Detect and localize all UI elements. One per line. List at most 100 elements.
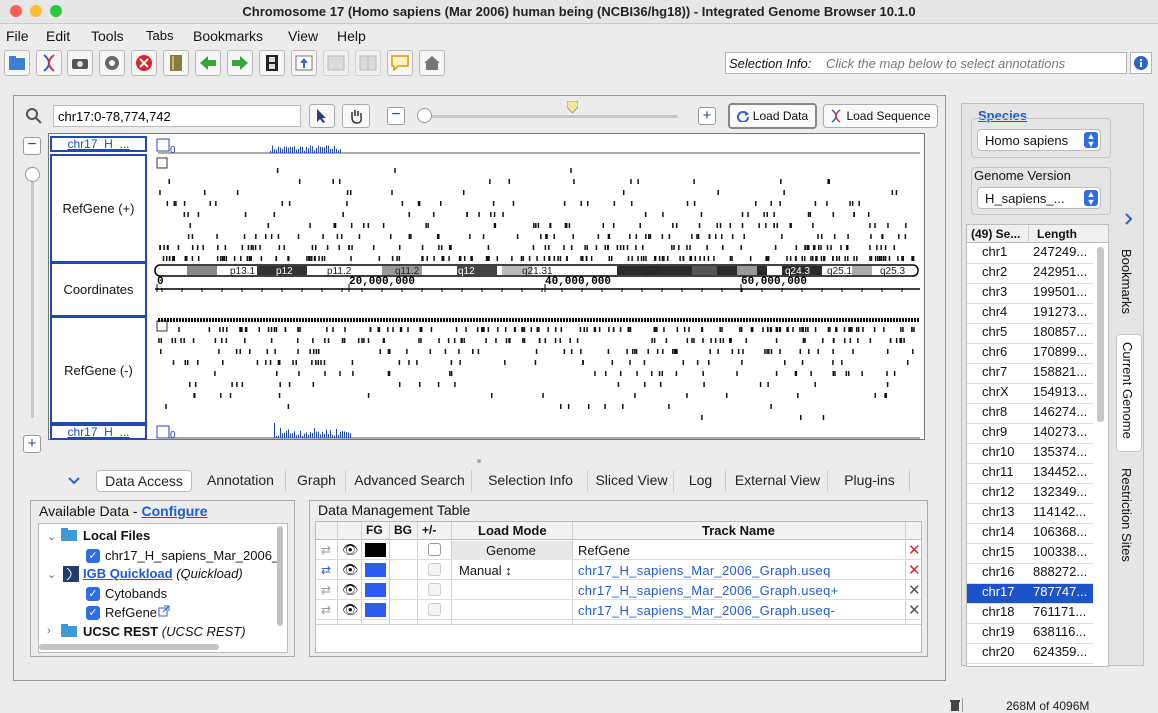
eye-icon[interactable]: 👁 bbox=[342, 582, 359, 598]
comment-button[interactable] bbox=[387, 50, 413, 76]
menu-edit[interactable]: Edit bbox=[46, 28, 70, 44]
upload-button[interactable] bbox=[291, 50, 317, 76]
track-name-cell[interactable]: chr17_H_sapiens_Mar_2006_Graph.useq bbox=[578, 563, 831, 578]
sequence-table-scrollbar[interactable] bbox=[1097, 247, 1104, 422]
sequence-row[interactable]: chr6 170899... bbox=[967, 344, 1093, 364]
sequence-row[interactable]: chr11 134452... bbox=[967, 464, 1093, 484]
chevron-updown-icon[interactable]: ▲ ▼ bbox=[1084, 132, 1098, 149]
sequence-row[interactable]: chr15 100338... bbox=[967, 544, 1093, 564]
plusminus-checkbox[interactable] bbox=[428, 543, 441, 556]
cytobands-checkbox[interactable]: ✓ bbox=[86, 587, 100, 601]
sequence-row[interactable]: chr4 191273... bbox=[967, 304, 1093, 324]
zoom-position-marker[interactable] bbox=[566, 100, 579, 114]
collapse-right-pane-button[interactable] bbox=[1118, 204, 1140, 234]
load-mode-select[interactable]: Manual ↕ bbox=[459, 563, 512, 578]
home-button[interactable] bbox=[419, 50, 445, 76]
track-panel[interactable]: chr17_H_... RefGene (+) Coordinates RefG… bbox=[48, 133, 925, 440]
tab-external-view[interactable]: External View bbox=[728, 470, 828, 492]
side-tab-restriction-sites[interactable]: Restriction Sites bbox=[1119, 468, 1134, 562]
refgene-source-label[interactable]: RefGene bbox=[105, 605, 157, 620]
track-menu-icon[interactable] bbox=[156, 138, 170, 152]
quickload-link[interactable]: IGB Quickload bbox=[83, 566, 173, 581]
sequence-row[interactable]: chr13 114142... bbox=[967, 504, 1093, 524]
tab-selection-info[interactable]: Selection Info bbox=[474, 470, 588, 492]
refgene-minus-label[interactable]: RefGene (-) bbox=[50, 316, 147, 424]
sequence-row[interactable]: chr18 761171... bbox=[967, 604, 1093, 624]
remove-track-icon[interactable]: ✕ bbox=[908, 601, 921, 619]
tree-vertical-scrollbar[interactable] bbox=[277, 526, 283, 626]
vertical-zoom-out-button[interactable]: − bbox=[23, 137, 41, 155]
menu-bookmarks[interactable]: Bookmarks bbox=[193, 28, 263, 44]
panel-button[interactable] bbox=[323, 50, 349, 76]
refgene-checkbox[interactable]: ✓ bbox=[86, 606, 100, 620]
dmt-header-load-mode[interactable]: Load Mode bbox=[478, 523, 547, 538]
refresh-icon[interactable]: ⇄ bbox=[321, 543, 331, 557]
sequence-row[interactable]: chr7 158821... bbox=[967, 364, 1093, 384]
track-menu-icon[interactable] bbox=[156, 425, 170, 439]
tab-data-access[interactable]: Data Access bbox=[96, 470, 192, 492]
refresh-icon[interactable]: ⇄ bbox=[321, 563, 331, 577]
sequence-row[interactable]: chr10 135374... bbox=[967, 444, 1093, 464]
menu-help[interactable]: Help bbox=[337, 28, 366, 44]
track-name-cell[interactable]: chr17_H_sapiens_Mar_2006_Graph.useq- bbox=[578, 603, 835, 618]
sequence-row[interactable]: chr8 146274... bbox=[967, 404, 1093, 424]
collapse-track-icon[interactable] bbox=[156, 157, 168, 169]
menu-file[interactable]: File bbox=[6, 28, 29, 44]
tab-plug-ins[interactable]: Plug-ins bbox=[830, 470, 910, 492]
data-management-table[interactable]: FG BG +/- Load Mode Track Name ⇄ 👁 Genom… bbox=[315, 521, 922, 653]
select-tool-button[interactable] bbox=[309, 104, 335, 128]
zoom-in-button[interactable]: + bbox=[698, 107, 716, 125]
info-button[interactable] bbox=[1130, 52, 1152, 74]
menu-tabs[interactable]: Tabs bbox=[146, 28, 173, 43]
plusminus-checkbox[interactable] bbox=[428, 583, 441, 596]
graph-track-label-top[interactable]: chr17_H_... bbox=[50, 136, 147, 152]
load-genome-button[interactable] bbox=[36, 50, 62, 76]
graph-track-label-bottom[interactable]: chr17_H_... bbox=[50, 424, 147, 440]
vertical-zoom-track[interactable] bbox=[31, 168, 34, 418]
sequence-row[interactable]: chr14 106368... bbox=[967, 524, 1093, 544]
tree-horizontal-scrollbar[interactable] bbox=[39, 644, 219, 650]
movie-button[interactable] bbox=[259, 50, 285, 76]
bookmark-button[interactable] bbox=[163, 50, 189, 76]
remove-track-icon[interactable]: ✕ bbox=[908, 541, 921, 559]
tab-annotation[interactable]: Annotation bbox=[196, 470, 286, 492]
split-button[interactable] bbox=[355, 50, 381, 76]
menu-view[interactable]: View bbox=[288, 28, 318, 44]
sequence-row[interactable]: chrX 154913... bbox=[967, 384, 1093, 404]
load-mode-cell[interactable]: Genome bbox=[486, 543, 536, 558]
fg-color-swatch[interactable] bbox=[365, 543, 386, 557]
sequence-table[interactable]: (49) Se... Length chr1 247249... chr2 24295… bbox=[966, 224, 1109, 667]
search-button[interactable] bbox=[22, 105, 46, 127]
track-name-cell[interactable]: RefGene bbox=[578, 543, 630, 558]
fg-color-swatch[interactable] bbox=[365, 563, 386, 577]
sequence-row[interactable]: chr2 242951... bbox=[967, 264, 1093, 284]
collapse-panel-button[interactable] bbox=[64, 473, 84, 489]
col-sequence[interactable]: (49) Se... bbox=[967, 225, 1029, 242]
refresh-icon[interactable]: ⇄ bbox=[321, 603, 331, 617]
stop-button[interactable] bbox=[131, 50, 157, 76]
vertical-zoom-thumb[interactable] bbox=[25, 167, 40, 182]
remove-track-icon[interactable]: ✕ bbox=[908, 561, 921, 579]
split-handle[interactable] bbox=[477, 459, 481, 463]
remove-track-icon[interactable]: ✕ bbox=[908, 581, 921, 599]
track-name-cell[interactable]: chr17_H_sapiens_Mar_2006_Graph.useq+ bbox=[578, 583, 839, 598]
load-sequence-button[interactable]: Load Sequence bbox=[823, 104, 938, 128]
dmt-header-fg[interactable]: FG bbox=[366, 523, 383, 537]
dmt-header-track-name[interactable]: Track Name bbox=[702, 523, 775, 538]
plusminus-checkbox[interactable] bbox=[428, 563, 441, 576]
tab-graph[interactable]: Graph bbox=[288, 470, 346, 492]
pan-tool-button[interactable] bbox=[342, 104, 370, 128]
side-tab-bookmarks[interactable]: Bookmarks bbox=[1119, 249, 1134, 314]
local-file-item[interactable]: chr17_H_sapiens_Mar_2006_( bbox=[105, 548, 284, 563]
dmt-header-bg[interactable]: BG bbox=[394, 523, 412, 537]
sequence-row[interactable]: chr5 180857... bbox=[967, 324, 1093, 344]
refgene-plus-label[interactable]: RefGene (+) bbox=[50, 154, 147, 263]
configure-link[interactable]: Configure bbox=[141, 503, 207, 519]
forward-button[interactable] bbox=[227, 50, 253, 76]
dmt-header-plusminus[interactable]: +/- bbox=[422, 523, 436, 537]
track-canvas[interactable]: p13.1 p12 p11.2 q11.2 q12 q21.31 q22 q24.3 q25.1… bbox=[152, 134, 924, 439]
back-button[interactable] bbox=[195, 50, 221, 76]
eye-icon[interactable]: 👁 bbox=[342, 602, 359, 618]
sequence-row[interactable]: chr20 624359... bbox=[967, 644, 1093, 664]
collapse-track-icon[interactable] bbox=[156, 320, 168, 332]
